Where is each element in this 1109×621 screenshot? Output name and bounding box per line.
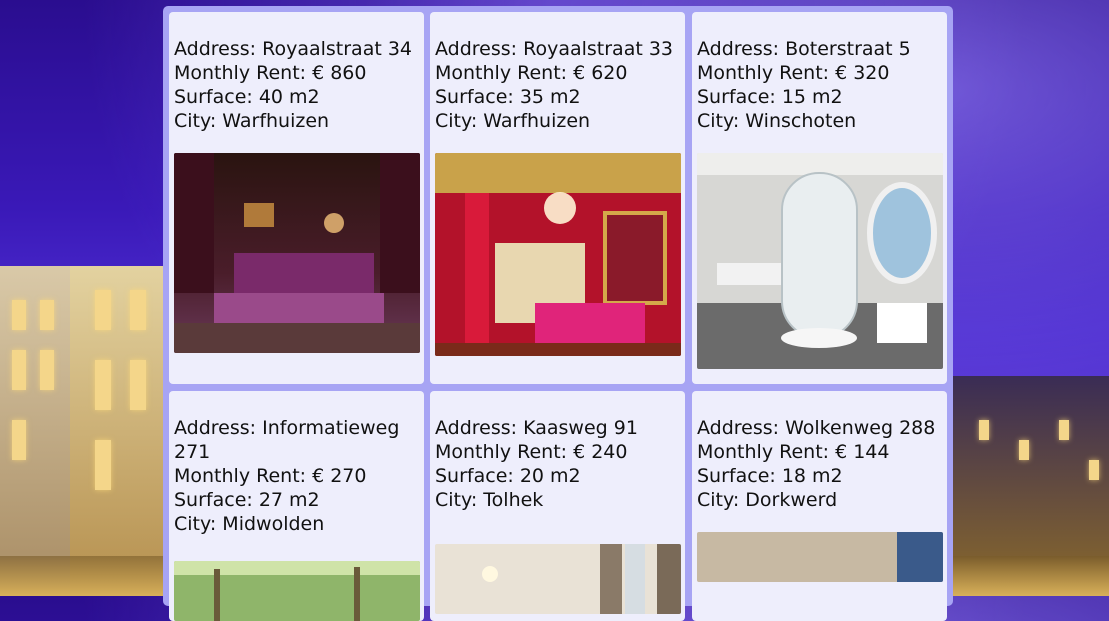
- listing-surface: Surface: 40 m2: [174, 86, 320, 108]
- listing-surface: Surface: 27 m2: [174, 489, 320, 511]
- background-city-left: [0, 0, 165, 596]
- listing-city: City: Tolhek: [435, 489, 544, 511]
- listing-surface: Surface: 15 m2: [697, 86, 843, 108]
- listing-address: Address: Informatieweg 271: [174, 417, 400, 463]
- listing-address: Address: Kaasweg 91: [435, 417, 638, 439]
- listing-address: Address: Boterstraat 5: [697, 38, 911, 60]
- listing-city: City: Midwolden: [174, 513, 325, 535]
- listing-rent: Monthly Rent: € 320: [697, 62, 890, 84]
- listing-card[interactable]: Address: Informatieweg 271 Monthly Rent:…: [169, 391, 424, 621]
- listings-grid: Address: Royaalstraat 34 Monthly Rent: €…: [163, 6, 953, 621]
- listing-card[interactable]: Address: Royaalstraat 33 Monthly Rent: €…: [430, 12, 685, 384]
- listing-city: City: Warfhuizen: [435, 110, 591, 132]
- listing-address: Address: Wolkenweg 288: [697, 417, 936, 439]
- listing-address: Address: Royaalstraat 33: [435, 38, 674, 60]
- listing-card[interactable]: Address: Boterstraat 5 Monthly Rent: € 3…: [692, 12, 947, 384]
- listing-rent: Monthly Rent: € 144: [697, 441, 890, 463]
- listing-rent: Monthly Rent: € 270: [174, 465, 367, 487]
- background-city-right: [949, 0, 1109, 596]
- listing-address: Address: Royaalstraat 34: [174, 38, 413, 60]
- listing-rent: Monthly Rent: € 620: [435, 62, 628, 84]
- listing-surface: Surface: 20 m2: [435, 465, 581, 487]
- listing-city: City: Warfhuizen: [174, 110, 330, 132]
- listing-surface: Surface: 35 m2: [435, 86, 581, 108]
- room-photo: [435, 544, 681, 614]
- listing-card[interactable]: Address: Wolkenweg 288 Monthly Rent: € 1…: [692, 391, 947, 621]
- listing-rent: Monthly Rent: € 240: [435, 441, 628, 463]
- listing-surface: Surface: 18 m2: [697, 465, 843, 487]
- garden-photo: [174, 561, 420, 621]
- modern-bathroom-photo: [697, 153, 943, 369]
- gothic-bedroom-photo: [174, 153, 420, 353]
- listing-city: City: Winschoten: [697, 110, 857, 132]
- listing-card[interactable]: Address: Kaasweg 91 Monthly Rent: € 240 …: [430, 391, 685, 621]
- listing-card[interactable]: Address: Royaalstraat 34 Monthly Rent: €…: [169, 12, 424, 384]
- interior-photo: [697, 532, 943, 582]
- listing-rent: Monthly Rent: € 860: [174, 62, 367, 84]
- royal-red-bedroom-photo: [435, 153, 681, 356]
- listing-city: City: Dorkwerd: [697, 489, 838, 511]
